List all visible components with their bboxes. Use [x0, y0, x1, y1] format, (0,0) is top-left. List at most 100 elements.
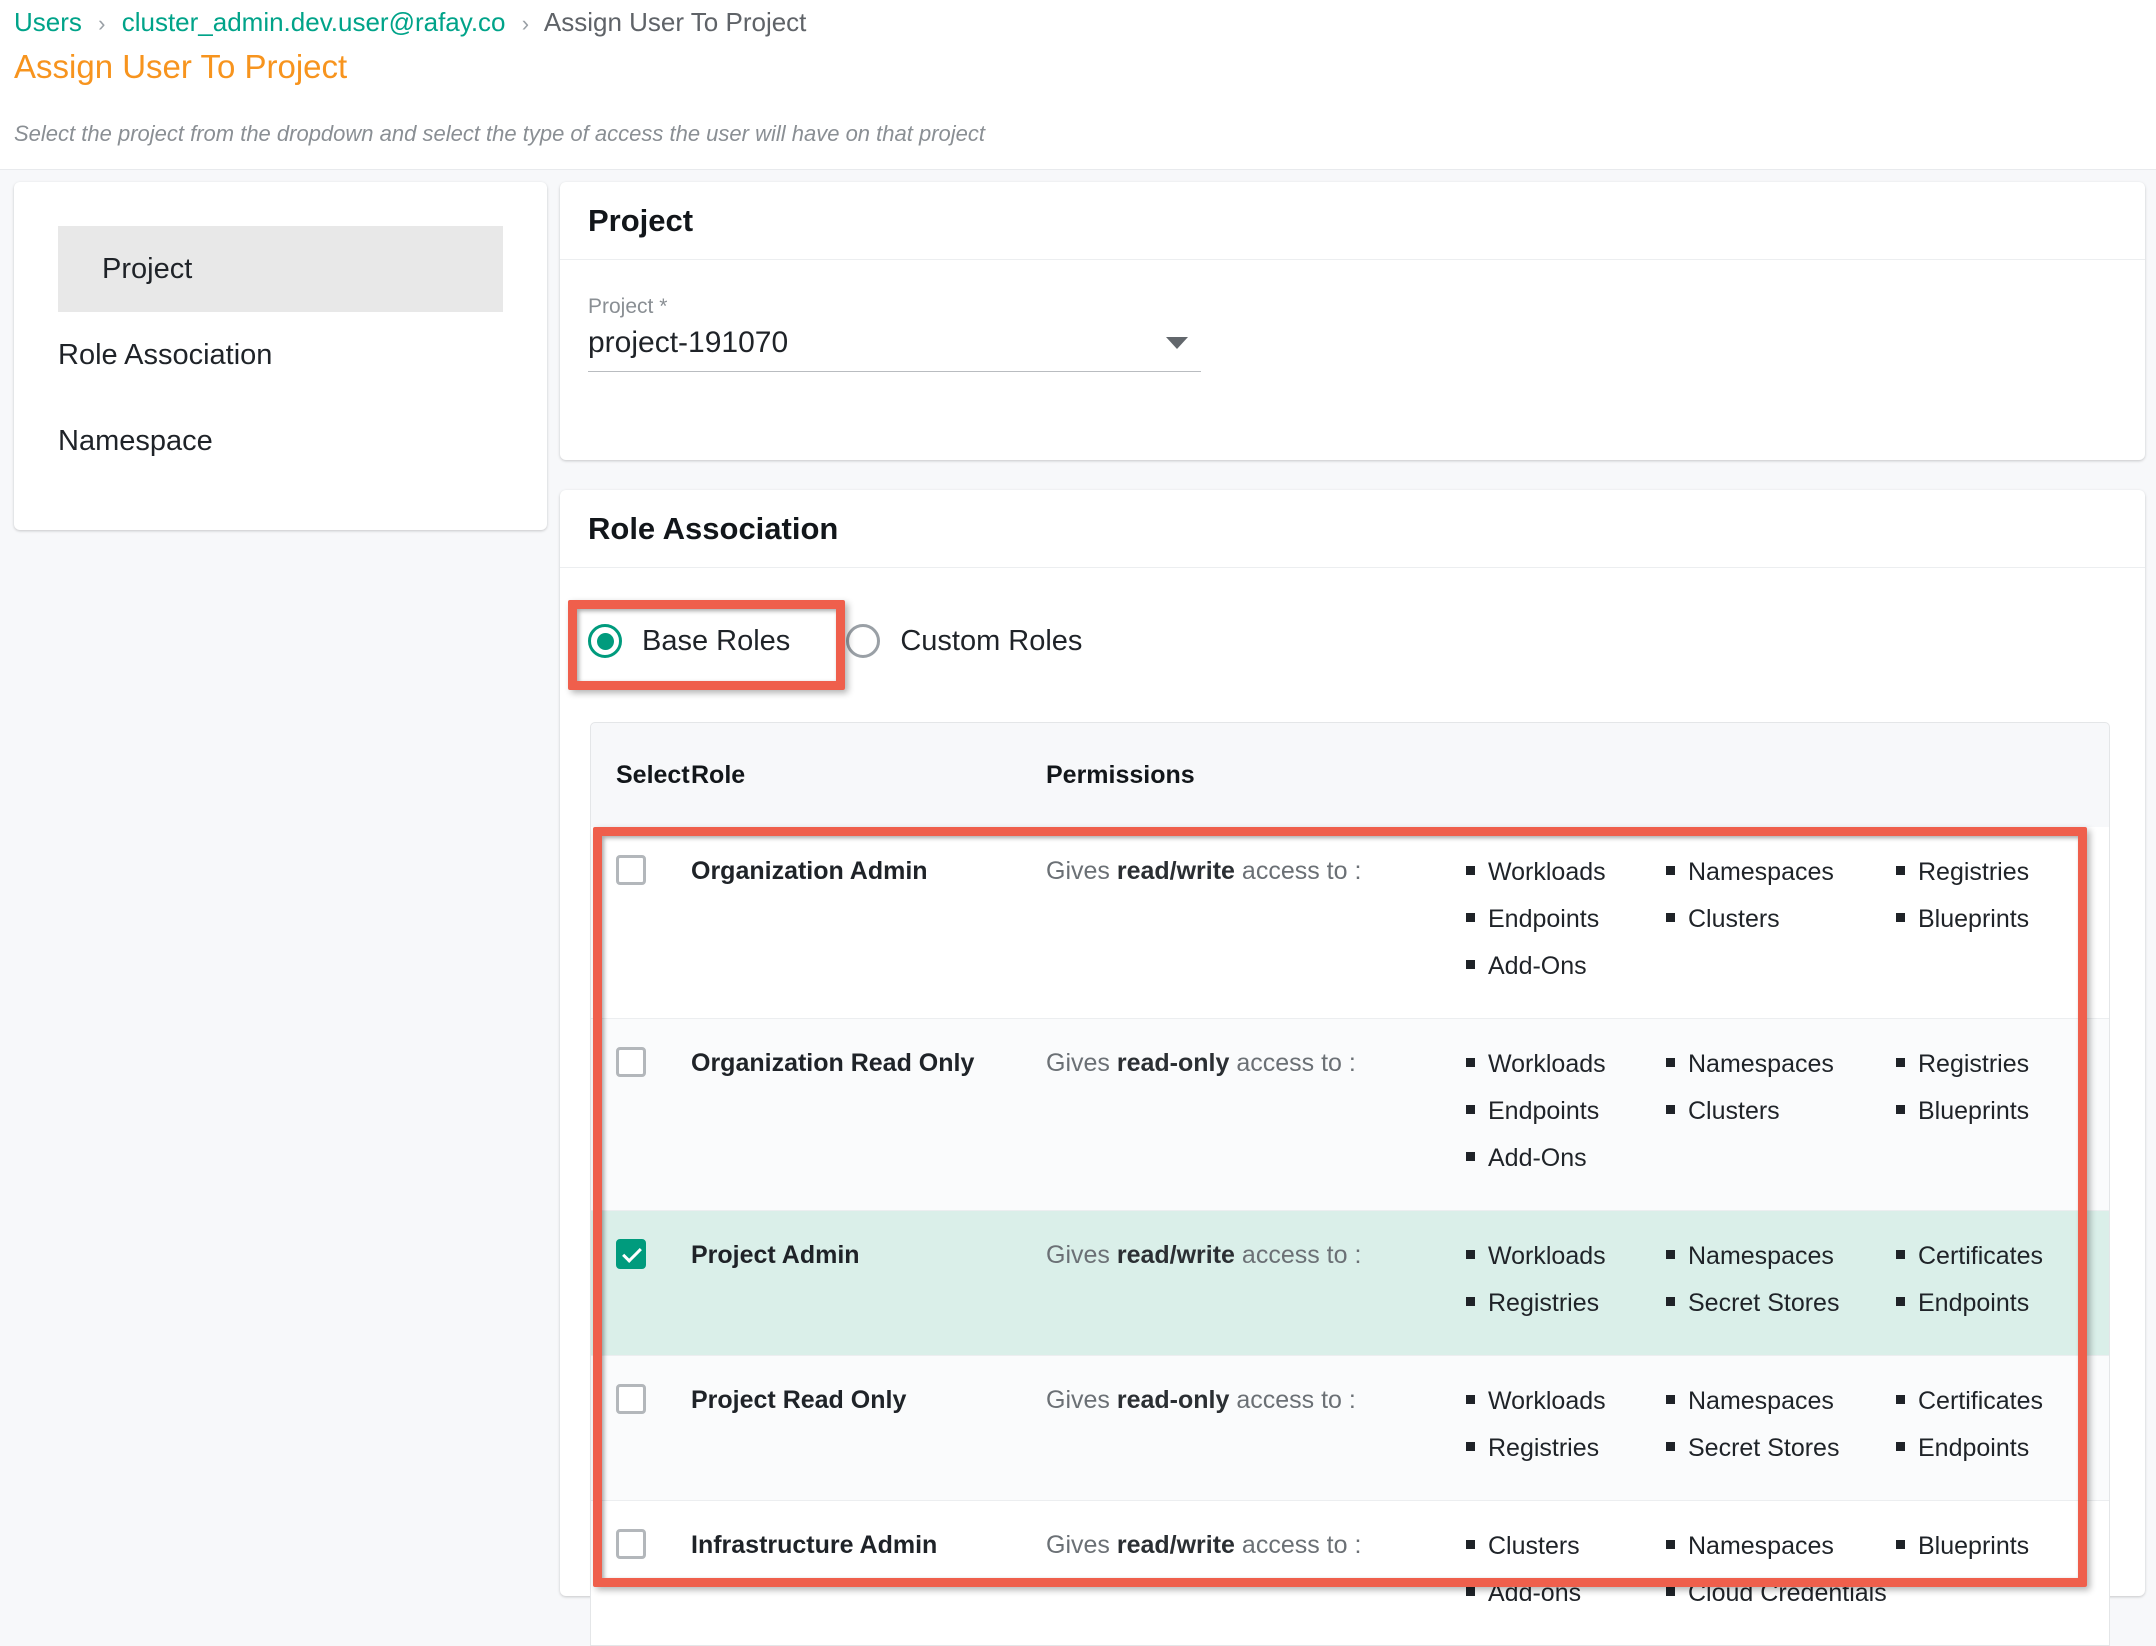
permission-item: Add-ons: [1466, 1576, 1666, 1610]
permission-label: Blueprints: [1918, 1532, 2030, 1560]
table-row[interactable]: Project Admin Gives read/write access to …: [591, 1210, 2109, 1355]
description-prefix: Gives: [1046, 1531, 1117, 1559]
role-description: Gives read/write access to :: [1046, 1529, 1466, 1623]
permission-label: Registries: [1918, 1050, 2030, 1078]
permission-label: Registries: [1918, 858, 2030, 886]
bullet-icon: [1466, 1297, 1475, 1306]
permission-item: Workloads: [1466, 1047, 1666, 1081]
breadcrumb-item-current: Assign User To Project: [543, 7, 807, 37]
permission-label: Workloads: [1488, 1050, 1606, 1078]
project-select[interactable]: project-191070: [588, 326, 1201, 372]
bullet-icon: [1896, 1297, 1905, 1306]
description-access-type: read-only: [1116, 1386, 1230, 1414]
roles-table: Select Role Permissions Organization Adm…: [590, 722, 2110, 1646]
bullet-icon: [1666, 1058, 1675, 1067]
bullet-icon: [1466, 1442, 1475, 1451]
sidebar-item-label: Role Association: [58, 338, 273, 371]
table-row[interactable]: Project Read Only Gives read-only access …: [591, 1355, 2109, 1500]
radio-base-roles-label: Base Roles: [642, 624, 791, 657]
permission-column: Namespaces Clusters: [1666, 855, 1896, 996]
table-row[interactable]: Organization Read Only Gives read-only ac…: [591, 1018, 2109, 1210]
permission-item: Add-Ons: [1466, 1141, 1666, 1175]
permission-item: Certificates: [1896, 1239, 2096, 1273]
breadcrumb-item-user-email[interactable]: cluster_admin.dev.user@rafay.co: [122, 7, 506, 37]
checkbox-unchecked-icon[interactable]: [616, 1384, 646, 1414]
checkbox-unchecked-icon[interactable]: [616, 855, 646, 885]
permission-item: Secret Stores: [1666, 1286, 1896, 1320]
bullet-icon: [1466, 1587, 1475, 1596]
permission-label: Add-Ons: [1488, 1144, 1587, 1172]
description-prefix: Gives: [1046, 1241, 1117, 1269]
permissions-cell: Workloads Registries Namespaces Secret Stor…: [1466, 1384, 2109, 1478]
table-row[interactable]: Infrastructure Admin Gives read/write acc…: [591, 1500, 2109, 1645]
permission-column: Namespaces Cloud Credentials: [1666, 1529, 1896, 1623]
column-header-role: Role: [691, 760, 746, 789]
radio-base-roles[interactable]: Base Roles: [588, 624, 790, 658]
permission-label: Clusters: [1688, 1097, 1780, 1125]
permission-label: Namespaces: [1688, 1387, 1834, 1415]
permission-item: Registries: [1896, 1047, 2096, 1081]
description-suffix: access to :: [1234, 1241, 1362, 1269]
permission-column: Workloads Endpoints Add-Ons: [1466, 855, 1666, 996]
bullet-icon: [1466, 1058, 1475, 1067]
radio-selected-icon[interactable]: [588, 624, 622, 658]
permission-item: Clusters: [1666, 902, 1896, 936]
breadcrumb-separator-icon: ›: [521, 11, 530, 36]
permission-column: Namespaces Secret Stores: [1666, 1384, 1896, 1478]
radio-custom-roles[interactable]: Custom Roles: [846, 624, 1082, 658]
project-card-heading: Project: [560, 182, 2145, 260]
description-suffix: access to :: [1234, 1531, 1362, 1559]
role-name: Organization Read Only: [691, 1049, 975, 1077]
permission-label: Clusters: [1688, 905, 1780, 933]
checkbox-unchecked-icon[interactable]: [616, 1529, 646, 1559]
permission-column: Certificates Endpoints: [1896, 1239, 2096, 1333]
permissions-cell: Clusters Add-ons Namespaces Cloud Credentia…: [1466, 1529, 2109, 1623]
role-description: Gives read-only access to :: [1046, 1047, 1466, 1188]
bullet-icon: [1466, 913, 1475, 922]
permission-item: Endpoints: [1896, 1286, 2096, 1320]
permission-column: Clusters Add-ons: [1466, 1529, 1666, 1623]
role-description: Gives read/write access to :: [1046, 855, 1466, 996]
sidebar-item-label: Namespace: [58, 424, 213, 457]
permission-label: Clusters: [1488, 1532, 1580, 1560]
sidebar-item-project[interactable]: Project: [58, 226, 503, 312]
column-header-permissions: Permissions: [1046, 760, 1195, 789]
project-card: Project Project * project-191070: [560, 182, 2145, 460]
sidebar-item-namespace[interactable]: Namespace: [14, 398, 547, 484]
checkbox-unchecked-icon[interactable]: [616, 1047, 646, 1077]
bullet-icon: [1896, 1105, 1905, 1114]
permission-item: Registries: [1896, 855, 2096, 889]
page-header: Users › cluster_admin.dev.user@rafay.co …: [0, 0, 2156, 170]
permission-label: Secret Stores: [1688, 1434, 1840, 1462]
permission-item: Registries: [1466, 1286, 1666, 1320]
description-access-type: read/write: [1116, 1241, 1235, 1269]
row-select-cell: [591, 1384, 691, 1478]
bullet-icon: [1896, 1250, 1905, 1259]
permission-item: Endpoints: [1466, 1094, 1666, 1128]
bullet-icon: [1466, 866, 1475, 875]
bullet-icon: [1466, 1105, 1475, 1114]
breadcrumb-separator-icon: ›: [98, 11, 106, 36]
description-prefix: Gives: [1046, 857, 1117, 885]
breadcrumb: Users › cluster_admin.dev.user@rafay.co …: [14, 6, 806, 40]
permission-column: Workloads Endpoints Add-Ons: [1466, 1047, 1666, 1188]
bullet-icon: [1666, 1540, 1675, 1549]
permission-label: Namespaces: [1688, 858, 1834, 886]
breadcrumb-item-users[interactable]: Users: [14, 7, 82, 37]
permission-item: Endpoints: [1896, 1431, 2096, 1465]
sidebar-item-role-association[interactable]: Role Association: [14, 312, 547, 398]
checkbox-checked-icon[interactable]: [616, 1239, 646, 1269]
description-access-type: read/write: [1116, 1531, 1235, 1559]
bullet-icon: [1466, 1152, 1475, 1161]
permission-label: Registries: [1488, 1434, 1600, 1462]
chevron-down-icon[interactable]: [1166, 337, 1188, 349]
permission-item: Workloads: [1466, 855, 1666, 889]
table-row[interactable]: Organization Admin Gives read/write acces…: [591, 827, 2109, 1018]
radio-unselected-icon[interactable]: [846, 624, 881, 658]
role-name: Infrastructure Admin: [691, 1531, 938, 1559]
description-suffix: access to :: [1229, 1386, 1356, 1414]
bullet-icon: [1896, 913, 1905, 922]
permission-label: Namespaces: [1688, 1532, 1834, 1560]
row-select-cell: [591, 855, 691, 996]
description-prefix: Gives: [1046, 1386, 1117, 1414]
